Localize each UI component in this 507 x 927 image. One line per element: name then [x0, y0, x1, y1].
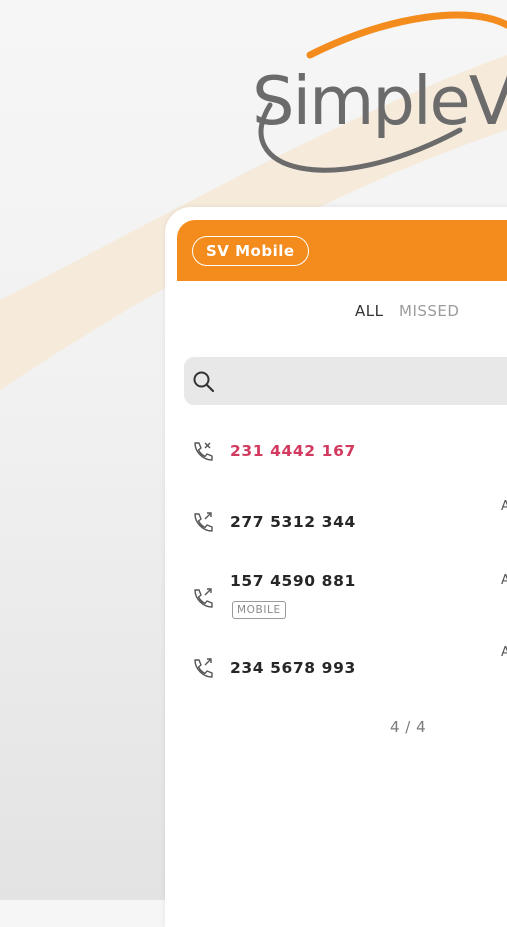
- phone-missed-icon: [194, 442, 213, 461]
- tab-missed[interactable]: MISSED: [399, 302, 459, 320]
- search-bar[interactable]: [184, 357, 507, 405]
- logo: SimpleVoIP: [240, 10, 507, 200]
- call-time: A: [501, 499, 507, 514]
- tab-all[interactable]: ALL: [355, 302, 383, 320]
- phone-outgoing-icon: [194, 588, 213, 608]
- phone-outgoing-icon: [194, 658, 213, 678]
- call-time: A: [501, 573, 507, 588]
- call-number: 157 4590 881: [230, 572, 356, 590]
- phone-outgoing-icon: [194, 512, 213, 532]
- call-number: 231 4442 167: [230, 442, 356, 460]
- app-header: SV Mobile: [177, 220, 507, 281]
- search-icon: [193, 371, 215, 393]
- brand-badge[interactable]: SV Mobile: [192, 236, 309, 266]
- page-indicator: 4 / 4: [390, 718, 427, 736]
- logo-text: SimpleVoIP: [252, 62, 507, 140]
- phone-frame: SV Mobile ALL MISSED 231 4442 167 277 53…: [165, 207, 507, 927]
- line-type-badge: MOBILE: [232, 601, 286, 619]
- call-number: 234 5678 993: [230, 659, 356, 677]
- call-time: A: [501, 645, 507, 660]
- call-number: 277 5312 344: [230, 513, 356, 531]
